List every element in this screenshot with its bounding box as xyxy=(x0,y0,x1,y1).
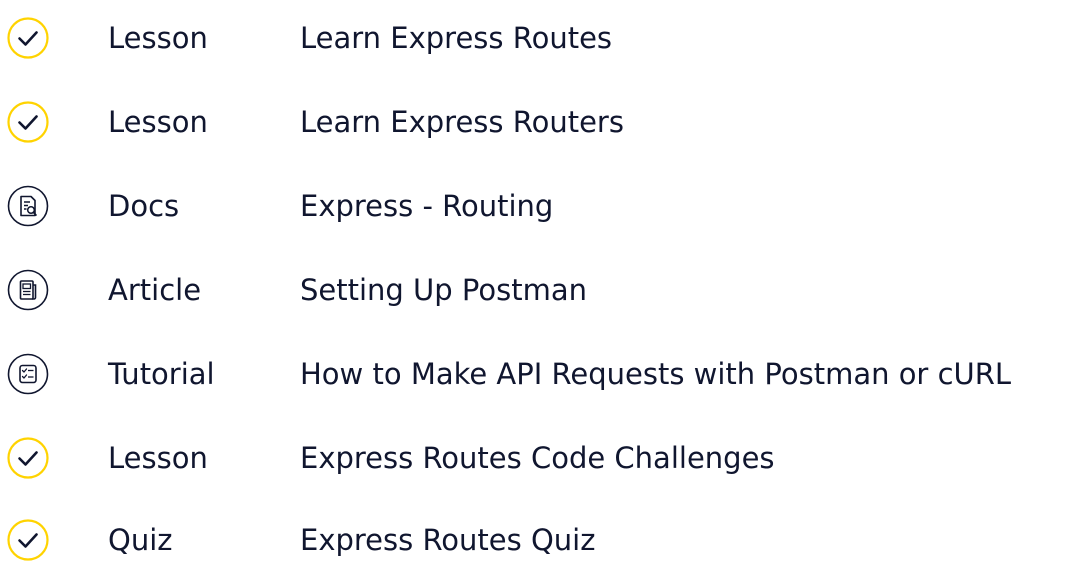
check-icon xyxy=(6,436,50,480)
item-type: Article xyxy=(108,273,202,307)
list-item-api-requests-tutorial[interactable]: Tutorial How to Make API Requests with P… xyxy=(0,346,1077,402)
item-title[interactable]: Express - Routing xyxy=(300,178,553,234)
item-type: Tutorial xyxy=(108,357,215,391)
item-title[interactable]: Learn Express Routes xyxy=(300,10,612,66)
list-item-setting-up-postman[interactable]: Article Setting Up Postman xyxy=(0,262,1077,318)
list-item-learn-express-routers[interactable]: Lesson Learn Express Routers xyxy=(0,94,1077,150)
list-item-code-challenges[interactable]: Lesson Express Routes Code Challenges xyxy=(0,430,1077,486)
check-icon xyxy=(6,518,50,562)
check-icon xyxy=(6,16,50,60)
list-item-express-routes-quiz[interactable]: Quiz Express Routes Quiz xyxy=(0,512,1077,568)
list-item-express-routing-docs[interactable]: Docs Express - Routing xyxy=(0,178,1077,234)
item-type: Lesson xyxy=(108,441,208,475)
check-icon xyxy=(6,100,50,144)
item-type: Lesson xyxy=(108,21,208,55)
item-title[interactable]: Express Routes Code Challenges xyxy=(300,430,775,486)
item-title[interactable]: Setting Up Postman xyxy=(300,262,587,318)
docs-search-icon xyxy=(6,184,50,228)
item-type: Lesson xyxy=(108,105,208,139)
item-title[interactable]: Learn Express Routers xyxy=(300,94,624,150)
list-item-learn-express-routes[interactable]: Lesson Learn Express Routes xyxy=(0,10,1077,66)
content-list: Lesson Learn Express Routes Lesson Learn… xyxy=(0,0,1077,572)
article-icon xyxy=(6,268,50,312)
item-type: Docs xyxy=(108,189,180,223)
item-title[interactable]: Express Routes Quiz xyxy=(300,512,595,568)
tutorial-checklist-icon xyxy=(6,352,50,396)
item-type: Quiz xyxy=(108,523,173,557)
item-title[interactable]: How to Make API Requests with Postman or… xyxy=(300,346,1011,402)
